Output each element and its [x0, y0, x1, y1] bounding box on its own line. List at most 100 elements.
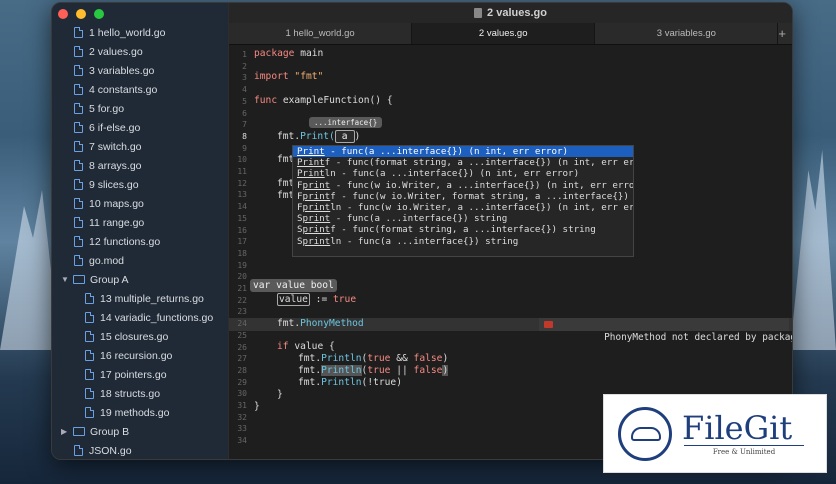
autocomplete-item[interactable]: Fprintln - func(w io.Writer, a ...interf…: [293, 202, 633, 213]
file-icon: [74, 46, 83, 57]
autocomplete-signature: f - func(format string, a ...interface{}…: [324, 157, 634, 169]
app-window: 1 hello_world.go 2 values.go 3 variables.g…: [51, 2, 793, 460]
sidebar-item[interactable]: 12 functions.go: [52, 232, 228, 251]
autocomplete-item[interactable]: Println - func(a ...interface{}) (n int,…: [293, 168, 633, 179]
file-icon: [74, 445, 83, 456]
sidebar-item[interactable]: 3 variables.go: [52, 61, 228, 80]
line-number: 1: [242, 50, 247, 59]
sidebar-item-label: 11 range.go: [89, 216, 145, 229]
sidebar-item[interactable]: 4 constants.go: [52, 80, 228, 99]
autocomplete-match: print: [302, 235, 331, 247]
watermark-name: FileGit: [682, 409, 793, 447]
autocomplete-item[interactable]: Sprintln - func(a ...interface{}) string: [293, 236, 633, 247]
sidebar-item-label: Group B: [90, 425, 130, 438]
code-line-26: if value {: [277, 341, 335, 352]
sidebar-item-label: 8 arrays.go: [89, 159, 142, 172]
line-number: 6: [242, 108, 247, 118]
sidebar-item[interactable]: 8 arrays.go: [52, 156, 228, 175]
sidebar-item[interactable]: ▼ Group A: [52, 270, 228, 289]
autocomplete-item[interactable]: Print - func(a ...interface{}) (n int, e…: [293, 146, 633, 158]
line-number: 32: [237, 412, 247, 422]
diagnostic-message: PhonyMethod not declared by package fmt: [539, 318, 792, 343]
autocomplete-signature: - func(a ...interface{}) (n int, err err…: [324, 146, 569, 157]
sidebar-item[interactable]: 1 hello_world.go: [52, 23, 228, 42]
autocomplete-item[interactable]: Printf - func(format string, a ...interf…: [293, 157, 633, 168]
file-icon: [74, 236, 83, 247]
sidebar-item-label: 12 functions.go: [89, 235, 161, 248]
line-number: 20: [237, 272, 247, 282]
sidebar-item-label: 18 structs.go: [100, 387, 161, 400]
sidebar-item[interactable]: 15 closures.go: [52, 327, 228, 346]
sidebar-item-label: 2 values.go: [89, 45, 143, 58]
sidebar-item-label: 14 variadic_functions.go: [100, 311, 214, 324]
sidebar-item[interactable]: 2 values.go: [52, 42, 228, 61]
tab-hello-world[interactable]: 1 hello_world.go: [229, 23, 413, 44]
line-number: 7: [242, 120, 247, 130]
line-number: 28: [237, 365, 247, 375]
file-icon: [85, 369, 94, 380]
tab-values[interactable]: 2 values.go: [412, 23, 596, 44]
sidebar-item[interactable]: 14 variadic_functions.go: [52, 308, 228, 327]
sidebar-item[interactable]: JSON.go: [52, 441, 228, 459]
sidebar-item[interactable]: 9 slices.go: [52, 175, 228, 194]
code-line-27: fmt.Println(true && false): [298, 353, 449, 364]
zoom-button[interactable]: [94, 9, 104, 19]
sidebar-item[interactable]: 13 multiple_returns.go: [52, 289, 228, 308]
sidebar-item-label: 15 closures.go: [100, 330, 169, 343]
line-number: 17: [237, 237, 247, 247]
tab-variables[interactable]: 3 variables.go: [595, 23, 779, 44]
chevron-right-icon[interactable]: ▶: [61, 427, 71, 436]
line-number: 3: [242, 73, 247, 83]
sidebar-item[interactable]: go.mod: [52, 251, 228, 270]
sidebar-item[interactable]: 16 recursion.go: [52, 346, 228, 365]
file-icon: [74, 217, 83, 228]
file-tree: 1 hello_world.go 2 values.go 3 variables.g…: [52, 23, 228, 459]
sidebar-item[interactable]: 17 pointers.go: [52, 365, 228, 384]
autocomplete-match: print: [302, 201, 331, 213]
window-title: 2 values.go: [487, 7, 547, 19]
sidebar-item[interactable]: 5 for.go: [52, 99, 228, 118]
sidebar-item[interactable]: 6 if-else.go: [52, 118, 228, 137]
sidebar-item[interactable]: 18 structs.go: [52, 384, 228, 403]
line-number: 25: [237, 330, 247, 340]
line-number: 31: [237, 401, 247, 410]
file-icon: [85, 312, 94, 323]
autocomplete-signature: f - func(format string, a ...interface{}…: [330, 224, 596, 236]
line-number: 15: [237, 213, 247, 223]
file-icon: [85, 293, 94, 304]
sidebar-item-label: 3 variables.go: [89, 64, 155, 77]
close-button[interactable]: [58, 9, 68, 19]
sidebar-item[interactable]: ▶ Group B: [52, 422, 228, 441]
folder-icon: [73, 275, 85, 284]
code-line-8: fmt.Print(a): [277, 130, 361, 143]
sidebar-item-label: 17 pointers.go: [100, 368, 167, 381]
file-icon: [74, 160, 83, 171]
sidebar-item[interactable]: 10 maps.go: [52, 194, 228, 213]
code-line-28: fmt.Println(true || false): [298, 365, 449, 376]
autocomplete-item[interactable]: Fprint - func(w io.Writer, a ...interfac…: [293, 180, 633, 191]
chevron-down-icon[interactable]: ▼: [61, 275, 71, 284]
line-number: 11: [237, 167, 247, 176]
file-sidebar: 1 hello_world.go 2 values.go 3 variables.g…: [52, 3, 229, 459]
code-line-1: package main: [254, 48, 324, 59]
sidebar-item[interactable]: 7 switch.go: [52, 137, 228, 156]
sidebar-item-label: 1 hello_world.go: [89, 26, 166, 39]
file-icon: [74, 141, 83, 152]
minimize-button[interactable]: [76, 9, 86, 19]
code-line-31: }: [254, 401, 260, 412]
add-tab-button[interactable]: +: [778, 23, 792, 44]
autocomplete-item[interactable]: Fprintf - func(w io.Writer, format strin…: [293, 191, 633, 202]
sidebar-item[interactable]: 19 methods.go: [52, 403, 228, 422]
line-number: 8: [242, 131, 247, 141]
autocomplete-match: print: [302, 190, 331, 202]
autocomplete-item[interactable]: Sprintf - func(format string, a ...inter…: [293, 224, 633, 235]
sidebar-item-label: 16 recursion.go: [100, 349, 173, 362]
line-number: 27: [237, 354, 247, 364]
autocomplete-item[interactable]: Sprint - func(a ...interface{}) string: [293, 213, 633, 224]
sidebar-item[interactable]: 11 range.go: [52, 213, 228, 232]
line-number: 34: [237, 436, 247, 446]
mountain-right: [790, 150, 836, 350]
autocomplete-match: print: [302, 179, 331, 191]
autocomplete-signature: ln - func(a ...interface{}) (n int, err …: [324, 168, 580, 180]
autocomplete-match: print: [302, 213, 331, 225]
